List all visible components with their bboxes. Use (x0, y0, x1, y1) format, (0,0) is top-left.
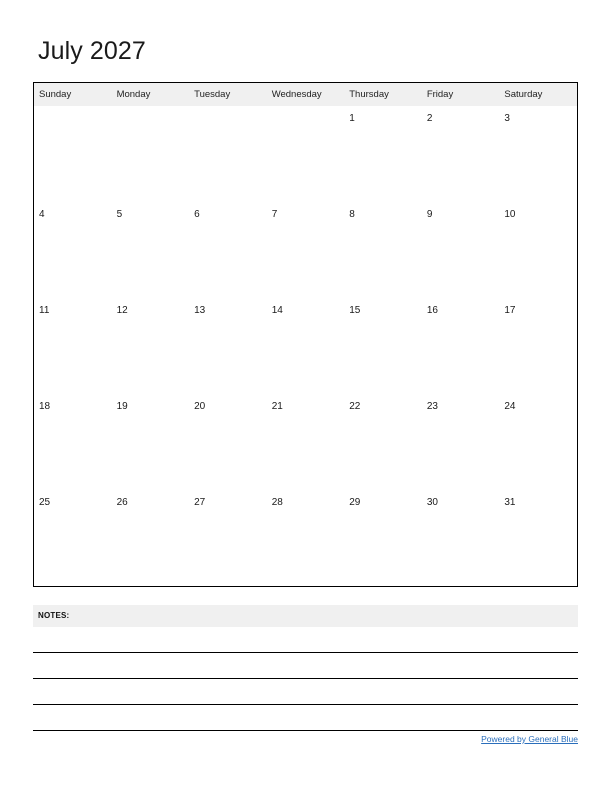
calendar-day-cell[interactable]: 19 (112, 394, 190, 490)
calendar-day-cell[interactable]: 11 (34, 298, 112, 394)
notes-write-line[interactable] (33, 705, 578, 731)
calendar-day-cell[interactable]: 31 (499, 490, 577, 586)
calendar-day-cell[interactable]: 26 (112, 490, 190, 586)
calendar-day-cell[interactable]: 6 (189, 202, 267, 298)
notes-write-line[interactable] (33, 679, 578, 705)
calendar-day-cell[interactable]: 14 (267, 298, 345, 394)
calendar-day-cell[interactable]: 12 (112, 298, 190, 394)
calendar-day-cell[interactable]: 20 (189, 394, 267, 490)
calendar-day-cell[interactable]: 8 (344, 202, 422, 298)
calendar-week-row: 4 5 6 7 8 9 10 (34, 202, 577, 298)
calendar-page: July 2027 Sunday Monday Tuesday Wednesday Th… (0, 0, 612, 792)
calendar-grid: Sunday Monday Tuesday Wednesday Thursday Frid… (33, 82, 578, 587)
footer: Powered by General Blue (33, 729, 578, 747)
calendar-day-cell[interactable]: 27 (189, 490, 267, 586)
notes-header-bar: NOTES: (33, 605, 578, 627)
calendar-day-cell[interactable]: 21 (267, 394, 345, 490)
calendar-week-row: 25 26 27 28 29 30 31 (34, 490, 577, 586)
calendar-day-cell-empty (34, 106, 112, 202)
calendar-day-cell[interactable]: 7 (267, 202, 345, 298)
calendar-day-cell[interactable]: 29 (344, 490, 422, 586)
calendar-day-cell[interactable]: 28 (267, 490, 345, 586)
calendar-day-cell[interactable]: 30 (422, 490, 500, 586)
calendar-body: 1 2 3 4 5 6 7 8 9 10 11 12 13 14 15 16 17 18 19 20 21 22 23 24 2… (34, 106, 577, 586)
calendar-day-cell[interactable]: 15 (344, 298, 422, 394)
weekday-header-sunday: Sunday (34, 83, 112, 106)
weekday-header-saturday: Saturday (499, 83, 577, 106)
calendar-day-cell[interactable]: 22 (344, 394, 422, 490)
calendar-day-cell[interactable]: 23 (422, 394, 500, 490)
calendar-day-cell-empty (189, 106, 267, 202)
calendar-day-cell[interactable]: 18 (34, 394, 112, 490)
calendar-week-row: 123 (34, 106, 577, 202)
calendar-week-row: 18 19 20 21 22 23 24 (34, 394, 577, 490)
calendar-day-cell[interactable]: 16 (422, 298, 500, 394)
calendar-day-cell[interactable]: 13 (189, 298, 267, 394)
weekday-header-row: Sunday Monday Tuesday Wednesday Thursday Frid… (34, 83, 577, 106)
weekday-header-friday: Friday (421, 83, 500, 106)
calendar-day-cell[interactable]: 24 (499, 394, 577, 490)
calendar-day-cell[interactable]: 17 (499, 298, 577, 394)
calendar-week-row: 11 12 13 14 15 16 17 (34, 298, 577, 394)
calendar-header-row: Sunday Monday Tuesday Wednesday Thursday Frid… (34, 83, 577, 106)
notes-lines (33, 627, 578, 731)
calendar-day-cell[interactable]: 3 (499, 106, 577, 202)
weekday-header-tuesday: Tuesday (189, 83, 267, 106)
notes-label: NOTES: (38, 611, 70, 620)
calendar-day-cell[interactable]: 2 (422, 106, 500, 202)
notes-write-line[interactable] (33, 627, 578, 653)
calendar-day-cell[interactable]: 10 (499, 202, 577, 298)
calendar-day-cell[interactable]: 5 (112, 202, 190, 298)
calendar-day-cell[interactable]: 25 (34, 490, 112, 586)
weekday-header-monday: Monday (111, 83, 190, 106)
calendar-day-cell[interactable]: 1 (344, 106, 422, 202)
page-title: July 2027 (38, 37, 146, 65)
weekday-header-thursday: Thursday (344, 83, 422, 106)
notes-write-line[interactable] (33, 653, 578, 679)
calendar-day-cell-empty (267, 106, 345, 202)
calendar-day-cell[interactable]: 9 (422, 202, 500, 298)
calendar-day-cell-empty (112, 106, 190, 202)
powered-by-link[interactable]: Powered by General Blue (481, 734, 578, 744)
weekday-header-wednesday: Wednesday (266, 83, 345, 106)
calendar-table: Sunday Monday Tuesday Wednesday Thursday Frid… (34, 83, 577, 586)
calendar-day-cell[interactable]: 4 (34, 202, 112, 298)
